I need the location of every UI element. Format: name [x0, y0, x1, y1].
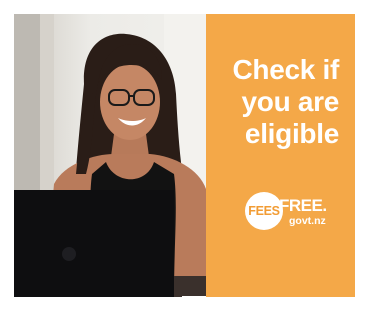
advertisement-banner[interactable]: Check if you are eligible FEES FREE. gov… [14, 14, 355, 297]
headline-line-2: you are [241, 86, 340, 117]
headline: Check if you are eligible [139, 54, 339, 150]
logo-url: govt.nz [289, 215, 326, 227]
fees-free-logo: FEES FREE. govt.nz [245, 192, 341, 232]
headline-line-1: Check if [232, 54, 339, 85]
logo-word: FREE. [279, 196, 327, 215]
logo-circle: FEES [245, 192, 283, 230]
headline-line-3: eligible [244, 118, 339, 149]
